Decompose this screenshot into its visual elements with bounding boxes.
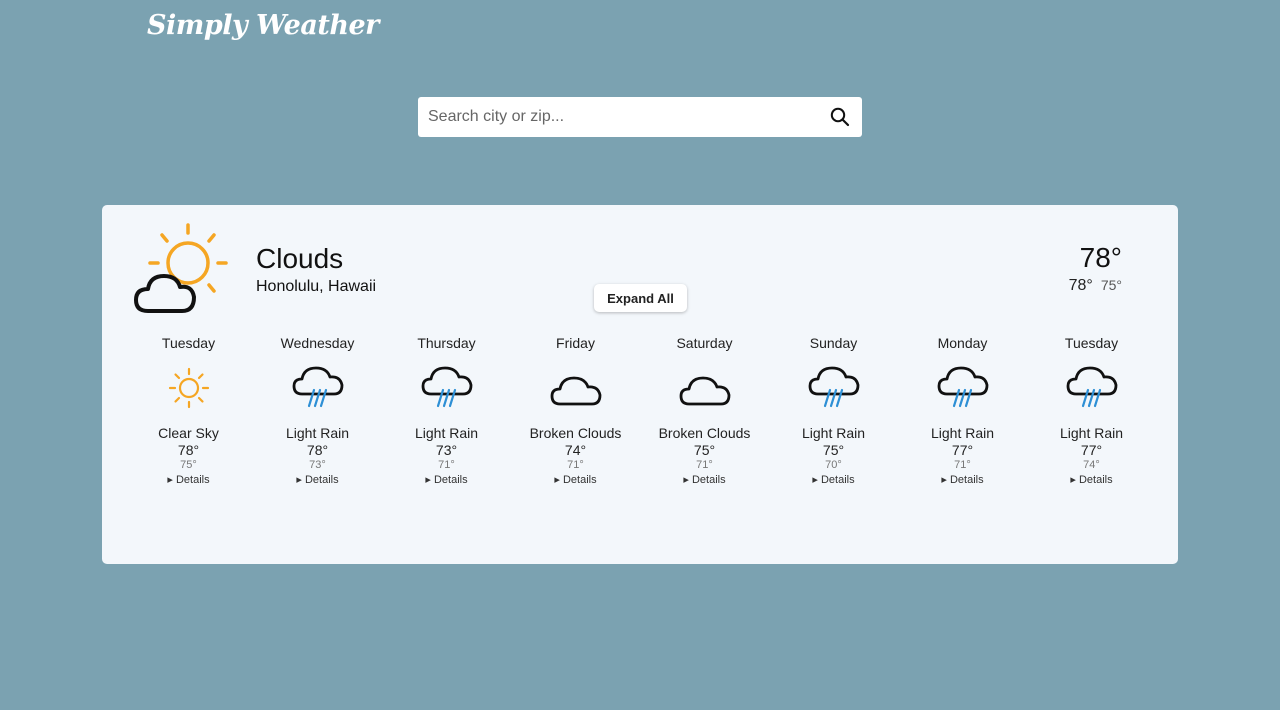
forecast-high: 77°	[951, 442, 974, 458]
forecast-description: Light Rain	[1059, 425, 1124, 441]
forecast-high: 78°	[177, 442, 200, 458]
search-bar	[418, 97, 862, 137]
forecast-low: 71°	[438, 459, 455, 471]
sun-icon	[168, 367, 209, 409]
forecast-list: Tuesday Clear Sky 78° 75° ▸ Details Wedn…	[124, 335, 1156, 486]
cloud-icon	[550, 376, 601, 406]
current-high-low: 78° 75°	[1069, 277, 1122, 295]
forecast-day: Saturday Broken Clouds 75° 71° ▸ Details	[640, 335, 769, 486]
forecast-low: 71°	[696, 459, 713, 471]
forecast-low: 70°	[825, 459, 842, 471]
forecast-day: Wednesday Light Rain 78° 73° ▸ Details	[253, 335, 382, 486]
details-toggle[interactable]: ▸ Details	[683, 473, 725, 486]
forecast-day-name: Tuesday	[161, 335, 216, 351]
app-logo: Simply Weather	[147, 10, 379, 41]
rain-cloud-icon	[1066, 366, 1117, 408]
details-toggle[interactable]: ▸ Details	[167, 473, 209, 486]
forecast-low: 75°	[180, 459, 197, 471]
forecast-day: Monday Light Rain 77° 71° ▸ Details	[898, 335, 1027, 486]
forecast-description: Light Rain	[285, 425, 350, 441]
forecast-high: 74°	[564, 442, 587, 458]
rain-cloud-icon	[421, 366, 472, 408]
current-location: Honolulu, Hawaii	[256, 278, 377, 295]
forecast-description: Light Rain	[414, 425, 479, 441]
weather-card: Clouds Honolulu, Hawaii Expand All 78° 7…	[102, 205, 1178, 564]
details-toggle[interactable]: ▸ Details	[941, 473, 983, 486]
forecast-low: 71°	[954, 459, 971, 471]
details-toggle[interactable]: ▸ Details	[425, 473, 467, 486]
forecast-high: 75°	[693, 442, 716, 458]
forecast-low: 73°	[309, 459, 326, 471]
forecast-day-name: Sunday	[809, 335, 858, 351]
forecast-description: Light Rain	[930, 425, 995, 441]
forecast-day: Sunday Light Rain 75° 70° ▸ Details	[769, 335, 898, 486]
forecast-day-name: Friday	[556, 335, 595, 351]
cloud-icon	[679, 376, 730, 406]
forecast-day-name: Saturday	[676, 335, 733, 351]
forecast-description: Light Rain	[801, 425, 866, 441]
expand-all-button[interactable]: Expand All	[594, 284, 687, 312]
search-button[interactable]	[818, 97, 862, 137]
current-condition: Clouds	[256, 243, 344, 274]
forecast-low: 71°	[567, 459, 584, 471]
current-low: 75°	[1100, 277, 1122, 293]
forecast-description: Broken Clouds	[658, 425, 751, 441]
forecast-day-name: Tuesday	[1064, 335, 1119, 351]
search-icon	[830, 107, 850, 127]
forecast-day-name: Wednesday	[280, 335, 355, 351]
forecast-description: Clear Sky	[158, 425, 219, 441]
forecast-low: 74°	[1083, 459, 1100, 471]
details-toggle[interactable]: ▸ Details	[812, 473, 854, 486]
sun-cloud-icon	[134, 221, 234, 322]
forecast-high: 77°	[1080, 442, 1103, 458]
details-toggle[interactable]: ▸ Details	[1070, 473, 1112, 486]
forecast-high: 75°	[822, 442, 845, 458]
details-toggle[interactable]: ▸ Details	[554, 473, 596, 486]
current-temperature: 78°	[1079, 242, 1122, 273]
rain-cloud-icon	[292, 366, 343, 408]
forecast-high: 78°	[306, 442, 329, 458]
forecast-day: Friday Broken Clouds 74° 71° ▸ Details	[511, 335, 640, 486]
forecast-description: Broken Clouds	[529, 425, 622, 441]
rain-cloud-icon	[937, 366, 988, 408]
forecast-day: Thursday Light Rain 73° 71° ▸ Details	[382, 335, 511, 486]
forecast-day: Tuesday Light Rain 77° 74° ▸ Details	[1027, 335, 1156, 486]
forecast-day: Tuesday Clear Sky 78° 75° ▸ Details	[124, 335, 253, 486]
forecast-high: 73°	[435, 442, 458, 458]
rain-cloud-icon	[808, 366, 859, 408]
details-toggle[interactable]: ▸ Details	[296, 473, 338, 486]
forecast-day-name: Thursday	[417, 335, 476, 351]
search-input[interactable]	[418, 97, 818, 137]
forecast-day-name: Monday	[937, 335, 988, 351]
current-high: 78°	[1068, 277, 1093, 294]
